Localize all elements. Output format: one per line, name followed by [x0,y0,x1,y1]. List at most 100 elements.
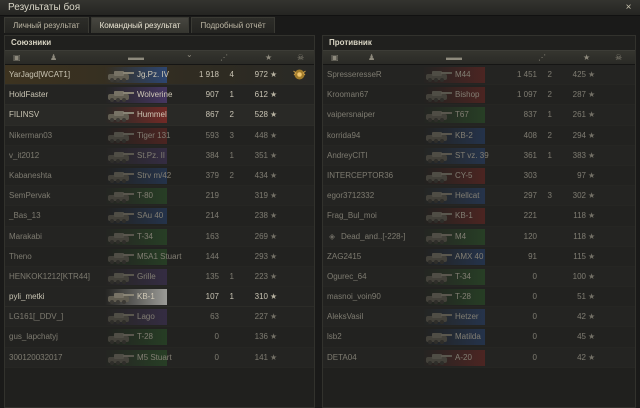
damage-value: 1 451 [516,70,537,79]
allies-row[interactable]: Theno M5A1 Stuart 144 293 ★ [5,246,314,267]
tank-icon [105,128,135,144]
player-name[interactable]: Nikerman03 [9,131,52,140]
player-name[interactable]: Frag_Bul_moi [327,211,377,220]
player-name[interactable]: HoldFaster [9,90,48,99]
player-name[interactable]: _Bas_13 [9,211,41,220]
platoon-icon[interactable]: ▣ [13,53,21,62]
allies-row[interactable]: pyli_metki KB-1 107 1 310 ★ [5,287,314,308]
xp-value: 383 [572,150,586,160]
enemies-row[interactable]: AndreyCITI ST vz. 39 361 1 383 ★ [323,145,635,166]
tab-detailed-report[interactable]: Подробный отчёт [191,17,275,33]
player-name[interactable]: HENKOK1212[KTR44] [9,272,90,281]
enemies-row[interactable]: Frag_Bul_moi KB-1 221 118 ★ [323,206,635,227]
tab-team-result[interactable]: Командный результат [90,17,190,33]
player-name[interactable]: SpresseresseR [327,70,382,79]
enemies-row[interactable]: INTERCEPTOR36 CY-5 303 97 ★ [323,165,635,187]
player-name[interactable]: 300120032017 [9,353,62,362]
player-name[interactable]: lsb2 [327,332,342,341]
player-name[interactable]: masnoi_voin90 [327,292,381,301]
enemies-row[interactable]: korrida94 KB-2 408 2 294 ★ [323,125,635,146]
enemies-row[interactable]: DETA04 A-20 0 42 ★ [323,347,635,368]
star-icon[interactable]: ★ [265,53,272,62]
enemies-row[interactable]: egor3712332 Hellcat 297 3 302 ★ [323,186,635,207]
tank-icon [423,67,453,83]
player-name[interactable]: Ogurec_64 [327,272,367,281]
player-name[interactable]: AleksVasil [327,312,363,321]
player-name[interactable]: Dead_and..[-228-] [341,232,406,241]
tab-bar: Личный результат Командный результат Под… [4,17,275,33]
tank-icon [423,289,453,305]
damage-value: 0 [214,352,219,362]
damage-value: 0 [532,352,537,362]
player-name[interactable]: pyli_metki [9,292,45,301]
vehicle-name: SAu 40 [137,211,164,221]
xp-value: 302 [572,191,586,201]
player-name[interactable]: DETA04 [327,353,357,362]
player-icon[interactable]: ♟ [50,53,57,62]
allies-row[interactable]: _Bas_13 SAu 40 214 238 ★ [5,206,314,227]
player-name[interactable]: korrida94 [327,131,360,140]
vehicle-name: Hummel [137,110,167,120]
player-name[interactable]: LG161[_DDV_] [9,312,63,321]
allies-row[interactable]: HoldFaster Wolverine 907 1 612 ★ [5,85,314,106]
skull-icon[interactable]: ☠ [297,53,304,62]
tank-icon[interactable]: ▬▬ [446,53,462,62]
enemies-row[interactable]: Krooman67 Bishop 1 097 2 287 ★ [323,85,635,106]
enemies-row[interactable]: masnoi_voin90 T-28 0 51 ★ [323,287,635,308]
allies-row[interactable]: 300120032017 M5 Stuart 0 141 ★ [5,347,314,368]
star-icon[interactable]: ★ [583,53,590,62]
player-icon[interactable]: ♟ [368,53,375,62]
player-name[interactable]: FILINSV [9,110,39,119]
enemies-row[interactable]: lsb2 Matilda 0 45 ★ [323,327,635,348]
enemies-row[interactable]: Ogurec_64 T-34 0 100 ★ [323,266,635,288]
tank-icon[interactable]: ▬▬ [128,53,144,62]
allies-row[interactable]: LG161[_DDV_] Lago 63 227 ★ [5,307,314,328]
kills-icon[interactable]: ⋰ [220,53,228,62]
player-name[interactable]: ZAG2415 [327,252,361,261]
allies-row[interactable]: Kabaneshta Strv m/42 379 2 434 ★ [5,165,314,187]
allies-row[interactable]: Marakabi T-34 163 269 ★ [5,226,314,247]
xp-value: 434 [254,170,268,180]
damage-value: 214 [205,211,219,221]
player-name[interactable]: INTERCEPTOR36 [327,171,393,180]
enemies-row[interactable]: ZAG2415 AMX 40 91 115 ★ [323,246,635,267]
allies-row[interactable]: HENKOK1212[KTR44] Grille 135 1 223 ★ [5,266,314,288]
skull-icon[interactable]: ☠ [615,53,622,62]
sort-arrow-icon[interactable]: ⌄ [186,50,193,59]
platoon-icon[interactable]: ▣ [331,53,339,62]
kills-icon[interactable]: ⋰ [538,53,546,62]
player-name[interactable]: Marakabi [9,232,42,241]
vehicle-name: T-28 [455,292,472,302]
tank-icon [105,188,135,204]
player-name[interactable]: v_it2012 [9,151,39,160]
enemies-row[interactable]: AleksVasil Hetzer 0 42 ★ [323,307,635,328]
damage-value: 91 [528,251,537,261]
allies-row[interactable]: Nikerman03 Tiger 131 593 3 448 ★ [5,125,314,146]
player-name[interactable]: Krooman67 [327,90,368,99]
player-name[interactable]: AndreyCITI [327,151,367,160]
vehicle-name: T-34 [137,231,154,241]
star-icon: ★ [270,70,278,79]
player-name[interactable]: SemPervak [9,191,50,200]
allies-row[interactable]: FILINSV Hummel 867 2 528 ★ [5,105,314,126]
player-name[interactable]: gus_lapchatyj [9,332,58,341]
player-name[interactable]: YarJagd[WCAT1] [9,70,70,79]
player-name[interactable]: egor3712332 [327,191,374,200]
allies-row[interactable]: gus_lapchatyj T-28 0 136 ★ [5,327,314,348]
enemies-row[interactable]: SpresseresseR M44 1 451 2 425 ★ [323,65,635,86]
window-titlebar: Результаты боя × [0,0,640,16]
enemies-row[interactable]: ◈ Dead_and..[-228-] M4 120 118 ★ [323,226,635,247]
star-icon: ★ [270,170,278,180]
enemies-row[interactable]: vaipersnaiper T67 837 1 261 ★ [323,105,635,126]
tank-icon [105,148,135,164]
player-name[interactable]: Theno [9,252,32,261]
allies-row[interactable]: SemPervak T-80 219 319 ★ [5,186,314,207]
tab-personal-result[interactable]: Личный результат [4,17,89,33]
allies-row[interactable]: v_it2012 St.Pz. II 384 1 351 ★ [5,145,314,166]
medal-icon[interactable] [292,67,307,82]
player-name[interactable]: Kabaneshta [9,171,52,180]
damage-value: 297 [523,191,537,201]
allies-row[interactable]: YarJagd[WCAT1] Jg.Pz. IV 1 918 4 972 ★ [5,65,314,86]
close-button[interactable]: × [623,2,634,13]
player-name[interactable]: vaipersnaiper [327,110,375,119]
